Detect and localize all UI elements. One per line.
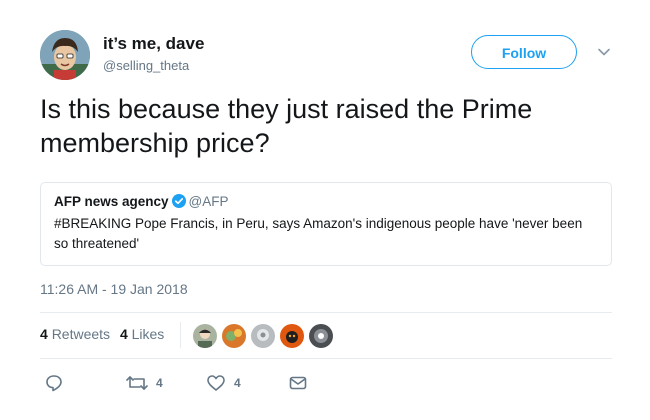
retweets-stat[interactable]: 4 Retweets xyxy=(40,326,110,342)
liker-avatar-4[interactable] xyxy=(279,323,305,349)
user-handle[interactable]: @selling_theta xyxy=(103,58,189,73)
likes-label: Likes xyxy=(131,326,165,342)
quoted-tweet-handle: @AFP xyxy=(188,194,229,209)
likes-count: 4 xyxy=(119,326,128,342)
divider xyxy=(40,358,612,359)
like-button[interactable]: 4 xyxy=(206,372,241,394)
retweet-count: 4 xyxy=(156,376,163,390)
follow-button[interactable]: Follow xyxy=(471,35,577,69)
envelope-icon xyxy=(288,373,308,393)
likes-stat[interactable]: 4 Likes xyxy=(120,326,164,342)
user-avatar[interactable] xyxy=(40,30,90,80)
quoted-tweet-name: AFP news agency xyxy=(54,194,169,209)
liker-avatar-2[interactable] xyxy=(221,323,247,349)
cartoon-avatar-icon xyxy=(40,30,90,80)
display-name[interactable]: it’s me, dave xyxy=(103,34,204,54)
reply-icon xyxy=(44,373,64,393)
tweet-actions: 4 4 xyxy=(0,372,650,396)
like-count: 4 xyxy=(234,376,241,390)
tweet-text: Is this because they just raised the Pri… xyxy=(40,94,533,158)
quoted-tweet-header: AFP news agency @AFP xyxy=(54,194,229,211)
verified-badge-icon xyxy=(171,194,186,211)
liker-avatar-3[interactable] xyxy=(250,323,276,349)
tweet-timestamp[interactable]: 11:26 AM - 19 Jan 2018 xyxy=(40,281,188,297)
stats-separator xyxy=(180,322,181,348)
liker-avatar-5[interactable] xyxy=(308,323,334,349)
divider xyxy=(40,312,612,313)
heart-icon xyxy=(206,373,226,393)
liker-avatar-1[interactable] xyxy=(192,323,218,349)
retweet-icon xyxy=(126,373,148,393)
chevron-down-icon[interactable] xyxy=(596,44,612,60)
retweets-count: 4 xyxy=(40,326,48,342)
tweet-card: it’s me, dave @selling_theta Follow Is t… xyxy=(0,0,650,420)
retweet-button[interactable]: 4 xyxy=(126,372,163,394)
reply-button[interactable] xyxy=(44,372,64,394)
quoted-tweet-text: #BREAKING Pope Francis, in Peru, says Am… xyxy=(54,216,583,251)
direct-message-button[interactable] xyxy=(288,372,308,394)
retweets-label: Retweets xyxy=(51,326,111,342)
tweet-stats: 4 Retweets 4 Likes xyxy=(40,326,164,342)
quoted-tweet[interactable]: AFP news agency @AFP #BREAKING Pope Franc… xyxy=(40,182,612,266)
